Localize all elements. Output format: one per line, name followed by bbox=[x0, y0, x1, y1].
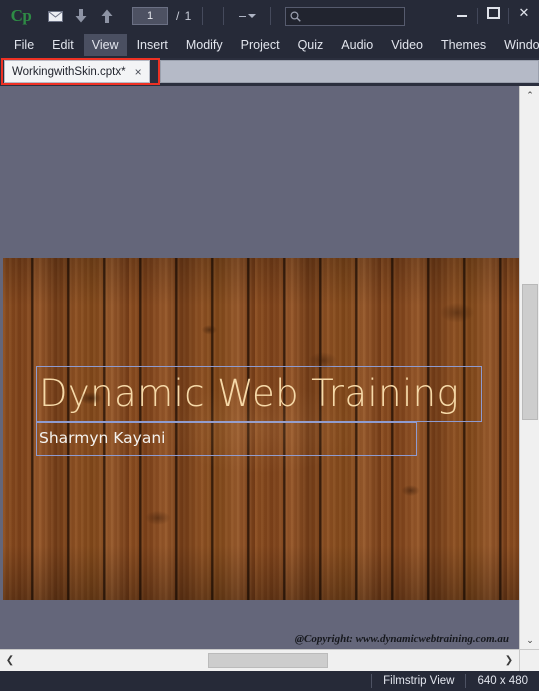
window-controls: ✕ bbox=[447, 0, 539, 32]
menu-insert[interactable]: Insert bbox=[129, 34, 176, 56]
menu-video[interactable]: Video bbox=[383, 34, 431, 56]
envelope-icon[interactable] bbox=[42, 3, 68, 29]
menu-file[interactable]: File bbox=[6, 34, 42, 56]
arrow-down-icon[interactable] bbox=[68, 3, 94, 29]
search-box[interactable] bbox=[285, 6, 406, 26]
status-view-mode[interactable]: Filmstrip View bbox=[372, 675, 465, 687]
horizontal-scrollbar[interactable]: ❮ ❯ bbox=[0, 649, 519, 671]
search-icon bbox=[290, 10, 302, 22]
chevron-down-icon bbox=[247, 14, 256, 18]
slide-count-label: / 1 bbox=[176, 9, 193, 23]
slide-stage[interactable]: Dynamic Web Training Sharmyn Kayani CONT… bbox=[3, 258, 519, 600]
slide-title-text[interactable]: Dynamic Web Training bbox=[39, 366, 479, 422]
menu-modify[interactable]: Modify bbox=[178, 34, 231, 56]
dropdown-button[interactable] bbox=[234, 3, 260, 29]
scroll-left-icon[interactable]: ❮ bbox=[0, 650, 20, 671]
toolbar-divider-3 bbox=[270, 7, 272, 25]
status-bar: Filmstrip View 640 x 480 bbox=[0, 671, 539, 691]
menu-project[interactable]: Project bbox=[233, 34, 288, 56]
minimize-button[interactable] bbox=[447, 0, 477, 26]
menu-audio[interactable]: Audio bbox=[333, 34, 381, 56]
application-window: Cp 1 / 1 ✕ File Edit View Insert Modify … bbox=[0, 0, 539, 691]
document-tab[interactable]: WorkingwithSkin.cptx* × bbox=[4, 60, 150, 83]
scroll-up-icon[interactable]: ⌃ bbox=[520, 86, 539, 104]
tab-strip-empty-area bbox=[160, 60, 539, 83]
document-tab-bar: WorkingwithSkin.cptx* × bbox=[0, 58, 539, 86]
close-icon[interactable]: × bbox=[135, 66, 142, 78]
scroll-right-icon[interactable]: ❯ bbox=[499, 650, 519, 671]
menu-bar: File Edit View Insert Modify Project Qui… bbox=[0, 32, 539, 58]
search-input[interactable] bbox=[305, 10, 401, 22]
dash-glyph bbox=[238, 15, 246, 17]
menu-edit[interactable]: Edit bbox=[44, 34, 82, 56]
slide-subtitle-text[interactable]: Sharmyn Kayani bbox=[39, 424, 165, 452]
toolbar-divider-2 bbox=[223, 7, 225, 25]
slide-canvas[interactable]: Dynamic Web Training Sharmyn Kayani CONT… bbox=[0, 86, 519, 649]
close-button[interactable]: ✕ bbox=[509, 0, 539, 26]
scroll-down-icon[interactable]: ⌄ bbox=[520, 631, 539, 649]
horizontal-scrollbar-thumb[interactable] bbox=[208, 653, 328, 668]
scrollbar-corner bbox=[519, 649, 539, 671]
vertical-scrollbar[interactable]: ⌃ ⌄ bbox=[519, 86, 539, 649]
toolbar-divider-1 bbox=[202, 7, 204, 25]
menu-window[interactable]: Window bbox=[496, 34, 539, 56]
arrow-up-icon[interactable] bbox=[94, 3, 120, 29]
maximize-button[interactable] bbox=[478, 0, 508, 26]
document-tab-label: WorkingwithSkin.cptx* bbox=[12, 65, 126, 78]
captivate-logo-icon: Cp bbox=[10, 6, 32, 25]
title-bar: Cp 1 / 1 ✕ bbox=[0, 0, 539, 32]
slide-number-input[interactable]: 1 bbox=[132, 7, 168, 25]
menu-quiz[interactable]: Quiz bbox=[290, 34, 332, 56]
menu-themes[interactable]: Themes bbox=[433, 34, 494, 56]
copyright-text: @Copyright: www.dynamicwebtraining.com.a… bbox=[294, 633, 509, 645]
menu-view[interactable]: View bbox=[83, 34, 127, 56]
vertical-scrollbar-thumb[interactable] bbox=[522, 284, 538, 420]
status-dimensions: 640 x 480 bbox=[477, 675, 528, 687]
